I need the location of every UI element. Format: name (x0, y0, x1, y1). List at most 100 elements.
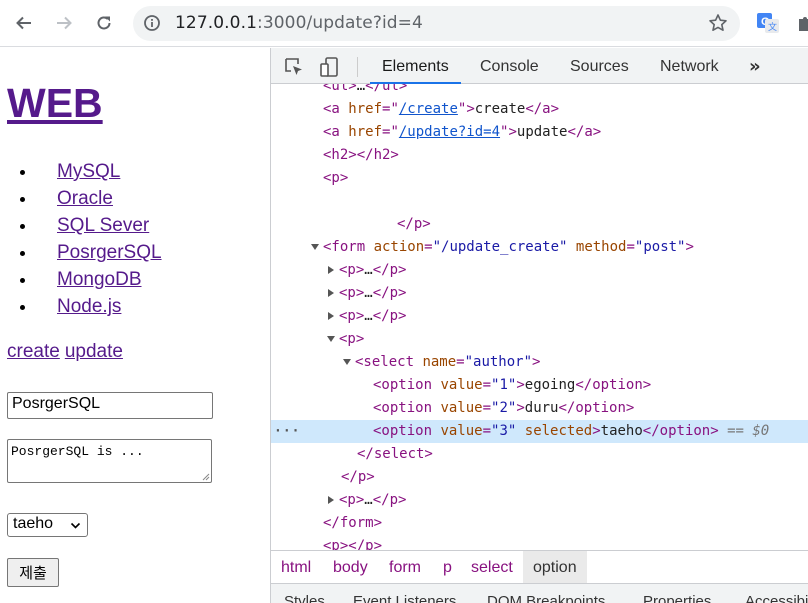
dom-node[interactable]: <p>…</p> (271, 489, 808, 512)
forward-button[interactable] (50, 9, 78, 37)
breadcrumb-select[interactable]: select (471, 551, 513, 584)
tab-event-listeners[interactable]: Event Listeners (353, 593, 456, 603)
author-selected-value: taeho (13, 515, 54, 532)
dom-node-markup: </p> (397, 216, 431, 232)
device-toolbar-icon[interactable] (319, 56, 341, 78)
dom-node[interactable]: <p>…</p> (271, 282, 808, 305)
submit-button[interactable]: 제출 (7, 558, 59, 587)
dom-node[interactable]: <ul>…</ul> (271, 84, 808, 98)
dom-node-markup: <a href="/create">create</a> (323, 101, 560, 117)
dom-node-markup: <a href="/update?id=4">update</a> (323, 124, 602, 140)
title-input[interactable]: PosrgerSQL (7, 392, 213, 419)
collapsed-triangle-icon[interactable] (326, 495, 336, 505)
breadcrumb-body[interactable]: body (333, 551, 368, 584)
breadcrumb-form[interactable]: form (389, 551, 421, 584)
topic-link-mongodb[interactable]: MongoDB (57, 269, 142, 290)
extensions-puzzle-icon[interactable] (796, 13, 808, 33)
dom-node-markup: <p>…</p> (339, 492, 407, 508)
url-text[interactable]: 127.0.0.1:3000/update?id=4 (175, 13, 423, 33)
dom-node[interactable]: <a href="/create">create</a> (271, 98, 808, 121)
dom-node-markup: <ul>…</ul> (323, 84, 408, 94)
dom-node[interactable]: <form action="/update_create" method="po… (271, 236, 808, 259)
page-title[interactable]: WEB (7, 80, 103, 127)
dom-breadcrumbs: html body form p select option (271, 550, 808, 584)
dom-node[interactable]: </form> (271, 512, 808, 535)
dom-node[interactable]: <option value="2">duru</option> (271, 397, 808, 420)
topic-link-postgresql[interactable]: PosrgerSQL (57, 242, 162, 263)
chevron-down-icon (70, 522, 81, 529)
devtools-panel: Elements Console Sources Network » <ul>…… (270, 48, 808, 603)
dom-node[interactable]: </p> (271, 466, 808, 489)
reload-icon (97, 16, 111, 30)
dom-node[interactable]: <h2></h2> (271, 144, 808, 167)
breadcrumb-option[interactable]: option (523, 551, 587, 584)
tab-network[interactable]: Network (660, 48, 719, 84)
collapsed-triangle-icon[interactable] (326, 311, 336, 321)
update-link[interactable]: update (65, 341, 123, 362)
dom-node[interactable]: <p>…</p> (271, 305, 808, 328)
devtools-tab-bar: Elements Console Sources Network » (271, 48, 808, 84)
dom-node[interactable]: <p></p> (271, 535, 808, 550)
more-tabs-button[interactable]: » (749, 56, 761, 77)
dom-node[interactable]: <a href="/update?id=4">update</a> (271, 121, 808, 144)
topic-link-mysql[interactable]: MySQL (57, 161, 120, 182)
topic-link-oracle[interactable]: Oracle (57, 188, 113, 209)
topic-link-nodejs[interactable]: Node.js (57, 296, 121, 317)
author-select[interactable]: taeho (7, 513, 88, 537)
dom-node[interactable]: <select name="author"> (271, 351, 808, 374)
breadcrumb-p[interactable]: p (443, 551, 452, 584)
dom-node[interactable]: <option value="1">egoing</option> (271, 374, 808, 397)
dom-tree: <ul>…</ul> <a href="/create">create</a> <a… (271, 84, 808, 550)
dom-node[interactable] (271, 190, 808, 213)
tab-elements[interactable]: Elements (370, 48, 461, 84)
dom-node-markup: <p>…</p> (339, 262, 407, 278)
dom-node-markup: <option value="2">duru</option> (373, 400, 635, 416)
tab-styles[interactable]: Styles (284, 593, 325, 603)
forward-arrow-icon (57, 16, 72, 30)
expanded-triangle-icon[interactable] (310, 242, 320, 252)
tab-properties[interactable]: Properties (643, 593, 711, 603)
resize-grip-icon[interactable] (202, 473, 210, 481)
control-links: create update (7, 341, 128, 363)
back-button[interactable] (10, 9, 38, 37)
dom-node-markup: </p> (341, 469, 375, 485)
node-actions-icon[interactable]: ··· (274, 420, 300, 443)
dom-node-markup: <select name="author"> (355, 354, 541, 370)
dom-node[interactable]: </p> (271, 213, 808, 236)
topic-link-sql-server[interactable]: SQL Sever (57, 215, 149, 236)
description-textarea[interactable]: PosrgerSQL is ... (7, 439, 212, 483)
web-page: WEB MySQL Oracle SQL Sever PosrgerSQL Mo… (0, 48, 270, 603)
dom-node-selected[interactable]: ··· <option value="3" selected>taeho</opt… (271, 420, 808, 443)
expanded-triangle-icon[interactable] (326, 334, 336, 344)
dom-node[interactable]: <p> (271, 167, 808, 190)
address-bar[interactable]: 127.0.0.1:3000/update?id=4 (133, 6, 740, 41)
list-item: PosrgerSQL (37, 239, 162, 266)
url-path: :3000/update?id=4 (257, 13, 423, 33)
breadcrumb-html[interactable]: html (281, 551, 311, 584)
dom-node[interactable]: </select> (271, 443, 808, 466)
dom-node[interactable]: <p> (271, 328, 808, 351)
dom-node[interactable]: <p>…</p> (271, 259, 808, 282)
dom-node-markup: <p></p> (323, 538, 383, 550)
tab-dom-breakpoints[interactable]: DOM Breakpoints (487, 593, 605, 603)
dom-node-markup: <p>…</p> (339, 285, 407, 301)
inspect-element-icon[interactable] (283, 56, 305, 78)
home-link[interactable]: WEB (7, 80, 103, 126)
create-link[interactable]: create (7, 341, 60, 362)
collapsed-triangle-icon[interactable] (326, 288, 336, 298)
dom-node-markup: <p>…</p> (339, 308, 407, 324)
reload-button[interactable] (90, 9, 118, 37)
tab-sources[interactable]: Sources (570, 48, 629, 84)
sidebar-pane-tabs: Styles Event Listeners DOM Breakpoints P… (271, 583, 808, 603)
tab-console[interactable]: Console (480, 48, 539, 84)
star-icon[interactable] (708, 13, 728, 33)
dom-node-markup: <form action="/update_create" method="po… (323, 239, 694, 255)
tab-accessibility[interactable]: Accessibility (745, 593, 808, 603)
dom-node-markup: <p> (323, 170, 349, 186)
expanded-triangle-icon[interactable] (342, 357, 352, 367)
info-icon[interactable] (143, 14, 161, 32)
translate-extension-icon[interactable]: G文 (756, 11, 780, 35)
collapsed-triangle-icon[interactable] (326, 265, 336, 275)
list-item: MongoDB (37, 266, 162, 293)
dom-node-markup: <option value="3" selected>taeho</option… (373, 423, 770, 439)
